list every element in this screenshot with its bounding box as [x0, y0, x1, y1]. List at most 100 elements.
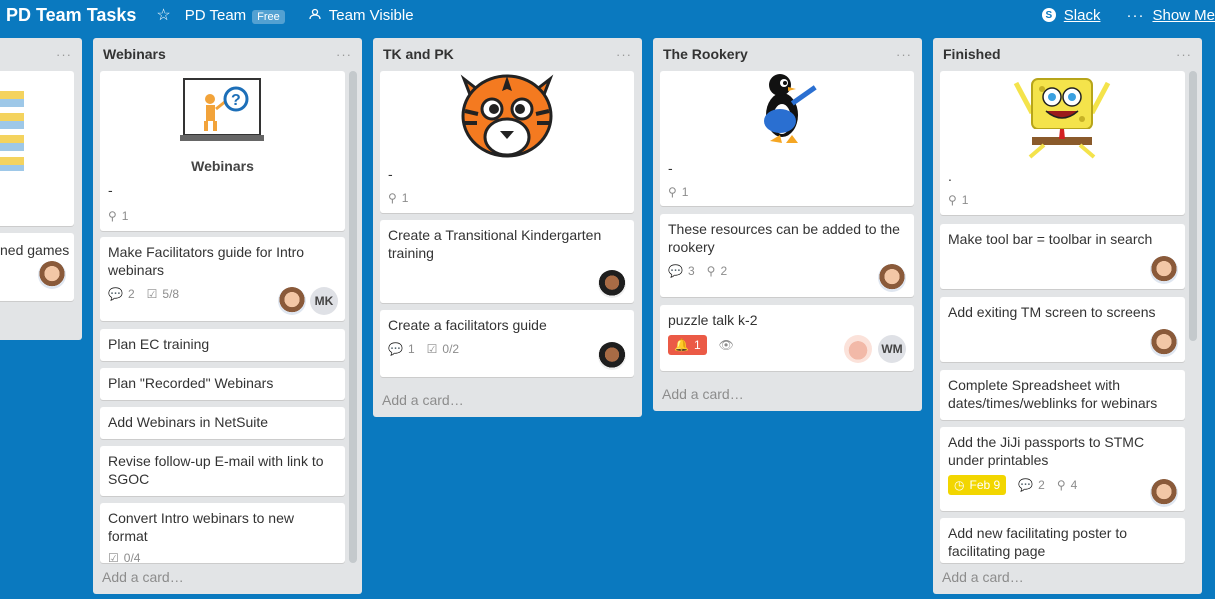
show-menu-link[interactable]: Show Me	[1152, 7, 1215, 24]
member-avatar[interactable]	[38, 261, 66, 289]
card-badges: ☑ 0/4	[108, 549, 337, 563]
card-title: Add new facilitating poster to facilitat…	[948, 525, 1127, 559]
list-menu-icon[interactable]: ···	[1176, 47, 1192, 62]
list-header: Finished ···	[933, 38, 1202, 70]
slack-label: Slack	[1063, 6, 1101, 24]
list-card[interactable]: Make tool bar = toolbar in search	[940, 224, 1185, 289]
spongebob-cover-image	[1012, 73, 1112, 159]
member-avatar[interactable]	[1150, 256, 1178, 284]
list-card[interactable]: Revise follow-up E-mail with link to SGO…	[100, 446, 345, 496]
card-badges: 💬 1 ☑ 0/2	[388, 340, 626, 358]
list-title[interactable]: Webinars	[103, 46, 166, 62]
attachment-badge: ⚲ 2	[707, 262, 727, 280]
card-title: Plan "Recorded" Webinars	[108, 375, 274, 391]
list-scrollbar[interactable]	[1189, 71, 1197, 341]
member-avatar[interactable]	[1150, 329, 1178, 357]
list-card[interactable]: Create a facilitators guide 💬 1 ☑ 0/2	[380, 310, 634, 377]
checklist-badge: ☑ 5/8	[147, 285, 179, 303]
list-card[interactable]: Plan EC training	[100, 329, 345, 361]
more-icon[interactable]: ···	[1126, 7, 1144, 24]
member-avatar-initials[interactable]: WM	[878, 335, 906, 363]
attachment-count: 1	[681, 185, 689, 199]
list-card[interactable]: Complete Spreadsheet with dates/times/we…	[940, 370, 1185, 420]
checklist-icon: ☑	[146, 287, 158, 301]
member-avatar[interactable]	[878, 264, 906, 292]
list-title[interactable]: Finished	[943, 46, 1001, 62]
due-date-badge[interactable]: ◷ Feb 9	[948, 475, 1007, 495]
member-avatar-initials[interactable]: MK	[310, 287, 338, 315]
list-header: The Rookery ···	[653, 38, 922, 70]
list-card[interactable]: Convert Intro webinars to new format ☑ 0/…	[100, 503, 345, 563]
attachment-icon: ⚲	[108, 209, 117, 223]
list-card[interactable]: Add Webinars in NetSuite	[100, 407, 345, 439]
attachment-icon: ⚲	[948, 193, 957, 207]
attachment-count: 4	[1070, 478, 1078, 492]
comment-badge: 💬 1	[388, 340, 415, 358]
list-menu-icon[interactable]: ···	[896, 47, 912, 62]
attachment-badge: ⚲ 1	[668, 183, 688, 201]
add-card-button[interactable]: Add a card…	[102, 569, 184, 585]
attachment-icon: ⚲	[706, 264, 716, 278]
comment-badge: 💬 2	[108, 285, 135, 303]
list-card[interactable]: ned games	[0, 233, 74, 301]
list-card[interactable]: Make Facilitators guide for Intro webina…	[100, 237, 345, 321]
list-card[interactable]	[0, 71, 74, 226]
member-avatar[interactable]	[598, 270, 626, 298]
list-scrollbar[interactable]	[349, 71, 357, 563]
list-card[interactable]: . ⚲ 1	[940, 71, 1185, 215]
list-menu-icon[interactable]: ···	[56, 47, 72, 62]
attachment-icon: ⚲	[1056, 478, 1066, 492]
list-menu-icon[interactable]: ···	[616, 47, 632, 62]
board-title[interactable]: PD Team Tasks	[6, 5, 136, 26]
comment-icon: 💬	[108, 287, 123, 301]
list-title[interactable]: The Rookery	[663, 46, 748, 62]
attachment-icon: ⚲	[668, 185, 677, 199]
add-card-button[interactable]: Add a card…	[662, 386, 744, 402]
team-label: PD Team	[184, 6, 247, 24]
list-finished: Finished ··· . ⚲ 1 Make tool bar = toolb…	[933, 38, 1202, 594]
tiger-cover-image	[452, 71, 562, 161]
visibility-label: Team Visible	[328, 6, 414, 24]
card-title: Add exiting TM screen to screens	[948, 304, 1156, 320]
list-card[interactable]: Create a Transitional Kindergarten train…	[380, 220, 634, 303]
slack-button[interactable]: S Slack	[1041, 6, 1101, 24]
list-card[interactable]: Plan "Recorded" Webinars	[100, 368, 345, 400]
member-avatar[interactable]	[278, 287, 306, 315]
add-card-button[interactable]: Add a card…	[382, 392, 464, 408]
card-title: -	[108, 182, 113, 198]
list-menu-icon[interactable]: ···	[336, 47, 352, 62]
list-card[interactable]: - ⚲ 1	[660, 71, 914, 206]
card-title: .	[948, 168, 952, 184]
list-card[interactable]: Add exiting TM screen to screens	[940, 297, 1185, 362]
webinar-cover-image: ?	[180, 77, 264, 145]
bell-icon: 🔔	[674, 338, 689, 352]
card-badges: ⚲ 1	[108, 207, 128, 225]
card-cover-image	[0, 91, 24, 171]
list-partial: ··· ned games	[0, 38, 82, 340]
list-card[interactable]: These resources can be added to the rook…	[660, 214, 914, 297]
list-title[interactable]: TK and PK	[383, 46, 454, 62]
team-name[interactable]: PD Team Free	[185, 7, 285, 24]
member-avatar[interactable]	[1150, 479, 1178, 507]
card-title: -	[668, 160, 673, 176]
comment-count: 3	[687, 264, 695, 278]
card-badges: ⚲ 1	[668, 183, 688, 201]
add-card-button[interactable]: Add a card…	[942, 569, 1024, 585]
star-icon[interactable]: ☆	[156, 5, 170, 25]
plan-badge: Free	[252, 9, 285, 24]
attachment-badge: ⚲ 4	[1057, 476, 1077, 494]
penguin-guitar-cover-image	[752, 71, 828, 147]
visibility-button[interactable]: Team Visible	[309, 7, 414, 24]
attachment-count: 1	[961, 193, 969, 207]
list-card[interactable]: - ⚲ 1	[380, 71, 634, 213]
member-avatar[interactable]	[844, 335, 872, 363]
list-card[interactable]: Add new facilitating poster to facilitat…	[940, 518, 1185, 563]
list-card[interactable]: puzzle talk k-2 🔔 1 👁 WM	[660, 305, 914, 371]
member-avatar[interactable]	[598, 342, 626, 370]
list-card[interactable]: Add the JiJi passports to STMC under pri…	[940, 427, 1185, 511]
list-card[interactable]: ? Webinars - ⚲ 1	[100, 71, 345, 231]
card-title: These resources can be added to the rook…	[668, 221, 900, 255]
comment-count: 2	[127, 287, 135, 301]
board-header: PD Team Tasks ☆ PD Team Free Team Visible…	[0, 0, 1215, 30]
checklist-icon: ☑	[108, 551, 119, 563]
